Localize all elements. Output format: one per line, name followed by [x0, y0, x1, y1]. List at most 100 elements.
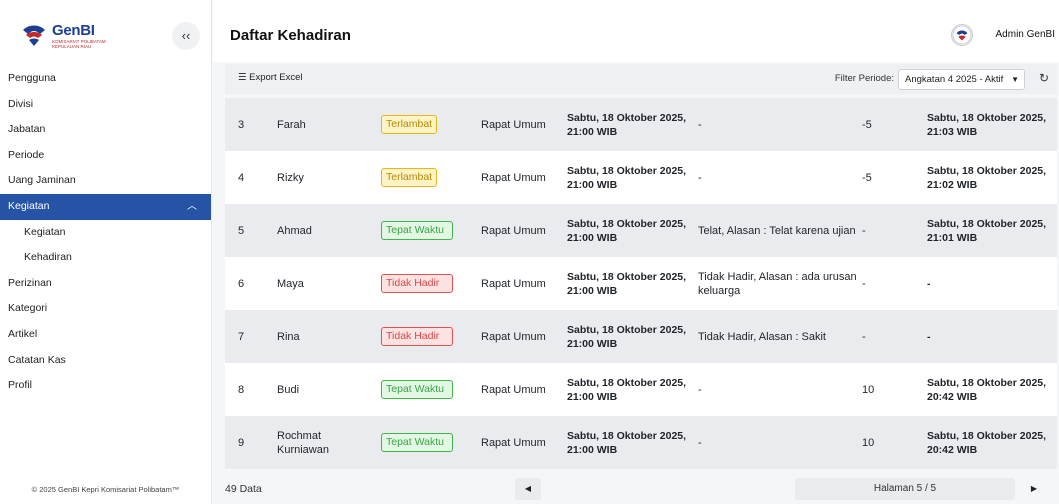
cell-note: Telat, Alasan : Telat karena ujian — [698, 224, 856, 237]
pagination-bar: 49 Data ◀ Halaman 5 / 5 ▶ — [225, 478, 1057, 500]
cell-status: Terlambat — [381, 151, 471, 204]
sidebar-item-jabatan[interactable]: Jabatan — [0, 117, 211, 143]
cell-note: - — [698, 383, 702, 396]
user-name: Admin GenBI — [995, 29, 1055, 40]
sidebar-item-artikel[interactable]: Artikel — [0, 322, 211, 348]
cell-date: Sabtu, 18 Oktober 2025, 21:00 WIB — [567, 217, 687, 244]
cell-score: -5 — [862, 118, 872, 131]
sidebar-item-uang-jaminan[interactable]: Uang Jaminan — [0, 168, 211, 194]
next-page-icon[interactable]: ▶ — [1021, 478, 1047, 500]
cell-name: Maya — [277, 277, 304, 290]
chevron-down-icon: ▼ — [1011, 75, 1019, 84]
refresh-icon[interactable]: ↻ — [1039, 71, 1049, 85]
filter-periode-label: Filter Periode: — [834, 73, 894, 84]
sidebar-item-kegiatan[interactable]: Kegiatan — [0, 220, 211, 246]
cell-date: Sabtu, 18 Oktober 2025, 21:00 WIB — [567, 429, 687, 456]
sidebar-item-perizinan[interactable]: Perizinan — [0, 271, 211, 297]
table-row[interactable]: 9 Rochmat Kurniawan Tepat Waktu Rapat Um… — [225, 416, 1057, 469]
cell-type: Rapat Umum — [481, 330, 546, 343]
cell-status: Tepat Waktu — [381, 363, 471, 416]
cell-note: Tidak Hadir, Alasan : Sakit — [698, 330, 826, 343]
status-badge: Tepat Waktu — [381, 221, 453, 240]
cell-status: Terlambat — [381, 98, 471, 151]
cell-time: Sabtu, 18 Oktober 2025, 21:03 WIB — [927, 111, 1047, 138]
cell-name: Rina — [277, 330, 300, 343]
avatar-icon — [951, 24, 973, 46]
cell-date: Sabtu, 18 Oktober 2025, 21:00 WIB — [567, 164, 687, 191]
cell-no: 7 — [238, 330, 245, 343]
sidebar-item-kehadiran[interactable]: Kehadiran — [0, 245, 211, 271]
sidebar-item-divisi[interactable]: Divisi — [0, 92, 211, 118]
brand-logo[interactable]: GenBI KOMISARIAT POLIBATAM KEPULAUAN RIA… — [20, 20, 110, 50]
cell-time: Sabtu, 18 Oktober 2025, 20:42 WIB — [927, 429, 1047, 456]
sidebar: GenBI KOMISARIAT POLIBATAM KEPULAUAN RIA… — [0, 0, 212, 504]
cell-score: -5 — [862, 171, 872, 184]
cell-date: Sabtu, 18 Oktober 2025, 21:00 WIB — [567, 111, 687, 138]
cell-name: Rizky — [277, 171, 304, 184]
sidebar-item-catatan-kas[interactable]: Catatan Kas — [0, 348, 211, 374]
cell-time: Sabtu, 18 Oktober 2025, 21:01 WIB — [927, 217, 1047, 244]
sidebar-menu: Pengguna Divisi Jabatan Periode Uang Jam… — [0, 66, 211, 399]
cell-date: Sabtu, 18 Oktober 2025, 21:00 WIB — [567, 270, 687, 297]
sidebar-footer: © 2025 GenBI Kepri Komisariat Polibatam™ — [31, 485, 180, 494]
cell-note: Tidak Hadir, Alasan : ada urusan keluarg… — [698, 270, 857, 297]
collapse-sidebar-button[interactable]: ‹‹ — [172, 22, 200, 50]
sidebar-item-profil[interactable]: Profil — [0, 373, 211, 399]
status-badge: Tidak Hadir — [381, 327, 453, 346]
cell-status: Tidak Hadir — [381, 310, 471, 363]
status-badge: Terlambat — [381, 115, 438, 134]
cell-status: Tepat Waktu — [381, 204, 471, 257]
cell-date: Sabtu, 18 Oktober 2025, 21:00 WIB — [567, 323, 687, 350]
cell-type: Rapat Umum — [481, 436, 546, 449]
cell-note: - — [698, 118, 702, 131]
cell-name: Budi — [277, 383, 300, 396]
status-badge: Tidak Hadir — [381, 274, 453, 293]
cell-score: - — [862, 224, 866, 237]
prev-page-icon[interactable]: ◀ — [515, 478, 541, 500]
cell-date: Sabtu, 18 Oktober 2025, 21:00 WIB — [567, 376, 687, 403]
cell-note: - — [698, 436, 702, 449]
cell-name: Rochmat Kurniawan — [277, 429, 329, 456]
sidebar-item-kegiatan-group[interactable]: Kegiatan ︿ — [0, 193, 211, 220]
data-count: 49 Data — [225, 483, 262, 495]
genbi-logo-icon — [23, 25, 45, 46]
cell-note: - — [698, 171, 702, 184]
cell-no: 8 — [238, 383, 245, 396]
filter-periode-value: Angkatan 4 2025 - Aktif — [905, 74, 1004, 85]
status-badge: Terlambat — [381, 168, 438, 187]
table-row[interactable]: 6 Maya Tidak Hadir Rapat Umum Sabtu, 18 … — [225, 257, 1057, 310]
page-header: Daftar Kehadiran Admin GenBI — [213, 0, 1059, 62]
logo-row: GenBI KOMISARIAT POLIBATAM KEPULAUAN RIA… — [12, 18, 200, 52]
cell-score: 10 — [862, 383, 875, 396]
cell-name: Ahmad — [277, 224, 312, 237]
brand-tagline: KOMISARIAT POLIBATAM KEPULAUAN RIAU — [52, 39, 106, 49]
table-row[interactable]: 8 Budi Tepat Waktu Rapat Umum Sabtu, 18 … — [225, 363, 1057, 416]
cell-no: 6 — [238, 277, 245, 290]
cell-time: - — [927, 277, 931, 290]
table-row[interactable]: 5 Ahmad Tepat Waktu Rapat Umum Sabtu, 18… — [225, 204, 1057, 257]
cell-name: Farah — [277, 118, 306, 131]
sidebar-item-kategori[interactable]: Kategori — [0, 296, 211, 322]
cell-no: 5 — [238, 224, 245, 237]
table-toolbar: ☰ Export Excel Filter Periode: Angkatan … — [225, 64, 1057, 94]
filter-periode-select[interactable]: Angkatan 4 2025 - Aktif ▼ — [898, 69, 1025, 90]
cell-type: Rapat Umum — [481, 118, 546, 131]
cell-time: - — [927, 330, 931, 343]
cell-type: Rapat Umum — [481, 224, 546, 237]
page-title: Daftar Kehadiran — [230, 27, 351, 44]
cell-status: Tepat Waktu — [381, 416, 471, 469]
sidebar-item-periode[interactable]: Periode — [0, 143, 211, 169]
cell-score: - — [862, 330, 866, 343]
status-badge: Tepat Waktu — [381, 433, 453, 452]
table-row[interactable]: 3 Farah Terlambat Rapat Umum Sabtu, 18 O… — [225, 98, 1057, 151]
status-badge: Tepat Waktu — [381, 380, 453, 399]
table-row[interactable]: 7 Rina Tidak Hadir Rapat Umum Sabtu, 18 … — [225, 310, 1057, 363]
cell-score: 10 — [862, 436, 875, 449]
cell-status: Tidak Hadir — [381, 257, 471, 310]
sidebar-item-label: Kegiatan — [8, 199, 50, 212]
table-row[interactable]: 4 Rizky Terlambat Rapat Umum Sabtu, 18 O… — [225, 151, 1057, 204]
sidebar-item-pengguna[interactable]: Pengguna — [0, 66, 211, 92]
cell-type: Rapat Umum — [481, 277, 546, 290]
chevron-up-icon: ︿ — [187, 200, 197, 212]
export-excel-button[interactable]: ☰ Export Excel — [238, 72, 302, 83]
